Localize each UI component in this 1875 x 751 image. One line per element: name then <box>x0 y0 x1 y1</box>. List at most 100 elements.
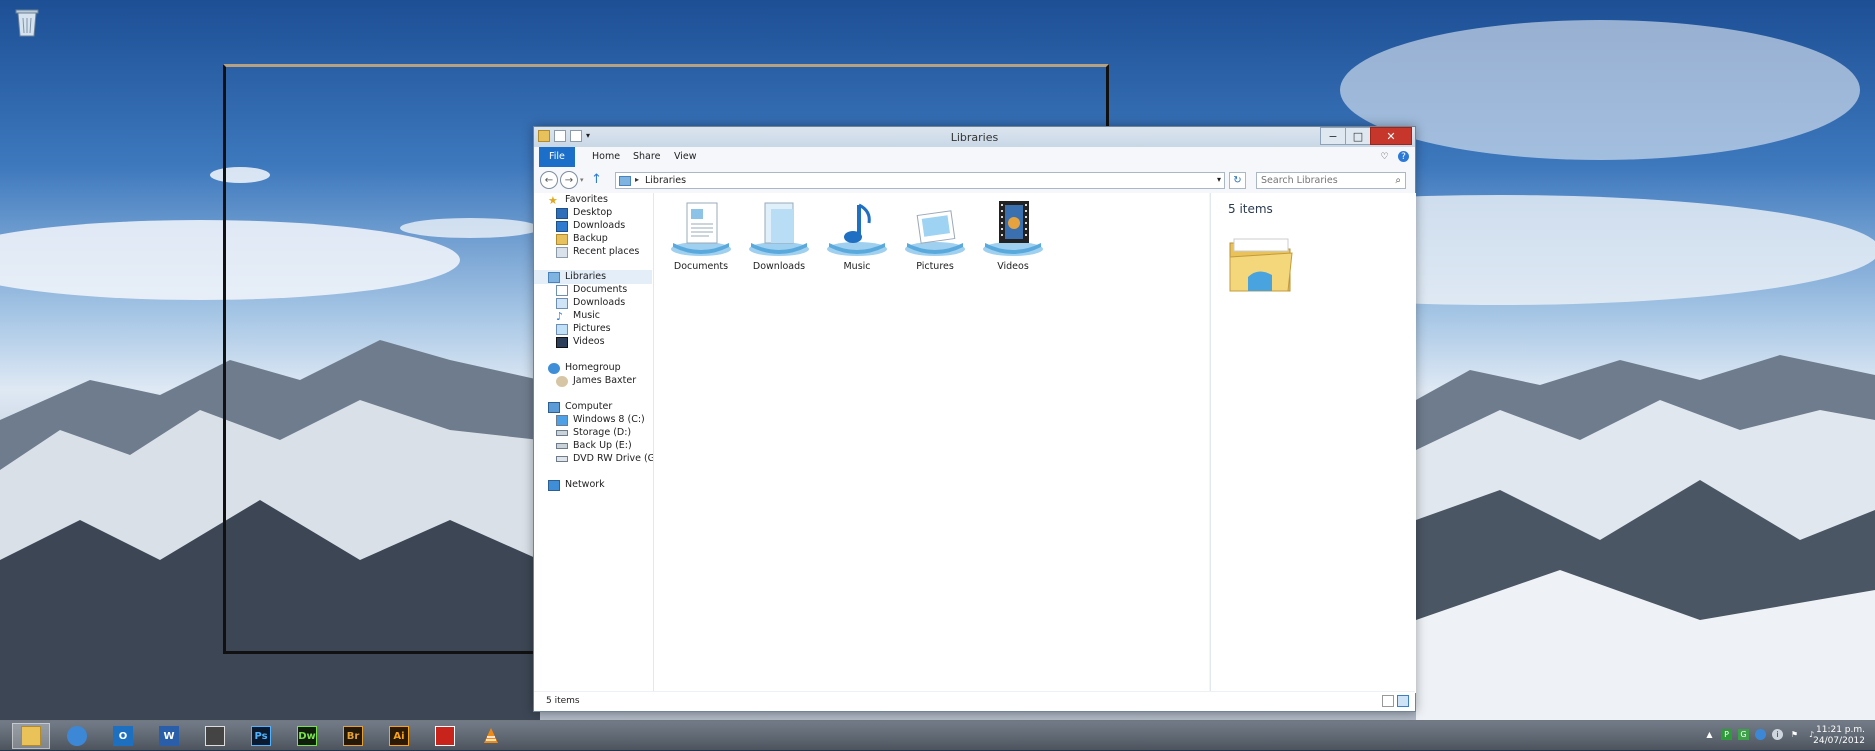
navigation-bar: ← → ▾ ↑ ▸ Libraries ▾ ↻ ⌕ <box>534 167 1415 193</box>
tray-info-icon[interactable]: i <box>1772 729 1783 740</box>
nav-network[interactable]: Network <box>548 478 605 492</box>
taskbar-word[interactable]: W <box>150 723 188 749</box>
taskbar-outlook[interactable]: O <box>104 723 142 749</box>
library-downloads[interactable]: Downloads <box>744 199 814 272</box>
refresh-button[interactable]: ↻ <box>1229 172 1246 189</box>
nav-item-downloads[interactable]: Downloads <box>556 219 625 233</box>
nav-item-drive-g[interactable]: DVD RW Drive (G:) H <box>556 452 653 466</box>
search-icon[interactable]: ⌕ <box>1395 175 1401 186</box>
navigation-pane: ★ Favorites Desktop Downloads Backup Rec… <box>534 193 654 693</box>
clock[interactable]: 11:21 p.m. 24/07/2012 <box>1813 725 1865 747</box>
dreamweaver-icon: Dw <box>297 726 317 746</box>
tab-view[interactable]: View <box>664 147 707 167</box>
help-icon[interactable]: ? <box>1398 151 1409 162</box>
folder-icon <box>556 233 568 245</box>
large-icons-view-button[interactable] <box>1397 695 1409 707</box>
nav-item-drive-d[interactable]: Storage (D:) <box>556 426 631 440</box>
maximize-button[interactable]: □ <box>1345 127 1371 145</box>
details-pane: 5 items <box>1210 193 1416 693</box>
up-arrow-icon[interactable]: ↑ <box>591 172 602 187</box>
pictures-library-icon <box>905 210 965 256</box>
nav-homegroup[interactable]: Homegroup <box>548 361 621 375</box>
downloads-icon <box>556 297 568 309</box>
status-item-count: 5 items <box>546 696 580 706</box>
chevron-right-icon[interactable]: ▸ <box>635 175 639 184</box>
details-view-button[interactable] <box>1382 695 1394 707</box>
user-icon <box>556 375 568 387</box>
taskbar-acrobat[interactable] <box>426 723 464 749</box>
item-count-heading: 5 items <box>1228 202 1273 216</box>
taskbar-dreamweaver[interactable]: Dw <box>288 723 326 749</box>
library-documents[interactable]: Documents <box>666 199 736 272</box>
library-pictures[interactable]: Pictures <box>900 199 970 272</box>
clock-date: 24/07/2012 <box>1813 736 1865 746</box>
system-tray: ▲ P G i ⚑ ♪ <box>1704 729 1817 740</box>
hard-drive-icon <box>556 430 568 436</box>
chevron-up-icon[interactable]: ▲ <box>1704 729 1715 740</box>
taskbar-bridge[interactable]: Br <box>334 723 372 749</box>
nav-item-drive-c[interactable]: Windows 8 (C:) <box>556 413 645 427</box>
videos-icon <box>556 336 568 348</box>
tray-app-icon[interactable]: P <box>1721 729 1732 740</box>
chevron-down-icon[interactable]: ▾ <box>1217 175 1221 184</box>
taskbar-internet-explorer[interactable] <box>58 723 96 749</box>
word-icon: W <box>159 726 179 746</box>
back-button[interactable]: ← <box>540 171 558 189</box>
close-button[interactable]: ✕ <box>1370 127 1412 145</box>
tab-file[interactable]: File <box>539 147 575 167</box>
dvd-drive-icon <box>556 456 568 462</box>
nav-item-music[interactable]: ♪ Music <box>556 309 600 323</box>
pdf-icon <box>435 726 455 746</box>
library-videos[interactable]: Videos <box>978 199 1048 272</box>
minimize-button[interactable]: − <box>1320 127 1346 145</box>
status-bar: 5 items <box>534 691 1415 711</box>
nav-item-pictures[interactable]: Pictures <box>556 322 611 336</box>
pictures-icon <box>556 323 568 335</box>
clock-time: 11:21 p.m. <box>1816 725 1865 735</box>
taskbar-illustrator[interactable]: Ai <box>380 723 418 749</box>
tray-app-icon[interactable]: G <box>1738 729 1749 740</box>
expand-ribbon-icon[interactable]: ♡ <box>1379 151 1390 162</box>
taskbar-photoshop[interactable]: Ps <box>242 723 280 749</box>
globe-icon <box>67 726 87 746</box>
recent-places-icon <box>556 246 568 258</box>
file-list: Documents Downloads Music Pictures Video… <box>654 193 1209 693</box>
nav-favorites[interactable]: ★ Favorites <box>548 193 608 207</box>
taskbar-movie-maker[interactable] <box>196 723 234 749</box>
nav-item-recent-places[interactable]: Recent places <box>556 245 639 259</box>
title-bar[interactable]: ▾ Libraries − □ ✕ <box>534 127 1415 147</box>
desktop-icon <box>556 207 568 219</box>
folder-icon <box>21 726 41 746</box>
libraries-icon <box>619 176 631 186</box>
nav-computer[interactable]: Computer <box>548 400 612 414</box>
nav-item-desktop[interactable]: Desktop <box>556 206 612 220</box>
tray-sync-icon[interactable] <box>1755 729 1766 740</box>
search-input[interactable] <box>1261 175 1381 186</box>
nav-item-documents[interactable]: Documents <box>556 283 627 297</box>
libraries-icon <box>548 271 560 283</box>
address-bar[interactable]: ▸ Libraries ▾ <box>615 172 1225 189</box>
film-clapper-icon <box>205 726 225 746</box>
nav-item-drive-e[interactable]: Back Up (E:) <box>556 439 632 453</box>
illustrator-icon: Ai <box>389 726 409 746</box>
nav-item-backup[interactable]: Backup <box>556 232 608 246</box>
recent-locations-icon[interactable]: ▾ <box>580 176 584 184</box>
homegroup-icon <box>548 362 560 374</box>
breadcrumb-libraries[interactable]: Libraries <box>645 175 686 186</box>
network-icon[interactable]: ⚑ <box>1789 729 1800 740</box>
library-music[interactable]: Music <box>822 199 892 272</box>
bridge-icon: Br <box>343 726 363 746</box>
taskbar: O W Ps Dw Br Ai ▲ P G i ⚑ ♪ 11:21 p.m. 2… <box>0 720 1875 751</box>
taskbar-vlc[interactable] <box>472 723 510 749</box>
nav-item-videos[interactable]: Videos <box>556 335 605 349</box>
search-box[interactable]: ⌕ <box>1256 172 1406 189</box>
nav-libraries[interactable]: Libraries <box>534 270 652 284</box>
libraries-folder-icon <box>1228 233 1294 298</box>
documents-library-icon <box>671 202 731 256</box>
recycle-bin-icon[interactable] <box>12 6 42 38</box>
ribbon-tabs: File Home Share View ♡ ? <box>534 147 1415 168</box>
forward-button[interactable]: → <box>560 171 578 189</box>
nav-item-downloads-library[interactable]: Downloads <box>556 296 625 310</box>
nav-item-james-baxter[interactable]: James Baxter <box>556 374 636 388</box>
taskbar-file-explorer[interactable] <box>12 723 50 749</box>
